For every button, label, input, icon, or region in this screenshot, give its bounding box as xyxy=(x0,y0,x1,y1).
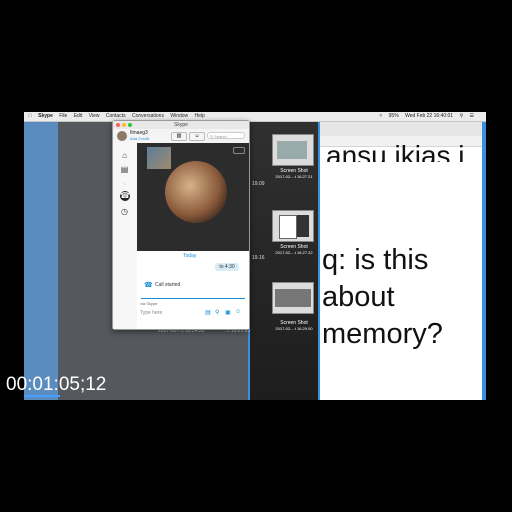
avatar[interactable] xyxy=(117,131,127,141)
text-editor-window: ansu,ikjas,j q: is this about memory? xyxy=(320,122,482,400)
self-video-preview[interactable] xyxy=(147,147,171,169)
chat-area: Today to 4:30 ☎ Call started via Skype T… xyxy=(137,251,249,329)
minimize-icon[interactable] xyxy=(122,123,126,127)
menu-help[interactable]: Help xyxy=(195,113,205,119)
home-icon[interactable]: ⌂ xyxy=(120,151,129,160)
date-separator: Today xyxy=(183,253,197,259)
screenshot-thumbnail[interactable] xyxy=(272,210,314,242)
file-time-label: 19.09 xyxy=(252,181,265,187)
image-icon[interactable]: ▣ xyxy=(225,309,231,316)
screen-recording-frame:  Skype File Edit View Contacts Conversa… xyxy=(24,112,486,400)
emoji-icon[interactable]: ☺ xyxy=(235,309,241,315)
expand-video-icon[interactable] xyxy=(233,147,245,154)
note-text-line[interactable]: q: is this xyxy=(322,244,428,276)
skype-window: Skype Ilmaeg3 Add Credit ▧ ☺ ⚲ Search ⌂ … xyxy=(112,120,250,330)
menu-app[interactable]: Skype xyxy=(38,113,53,119)
note-text-line[interactable]: memory? xyxy=(322,318,443,350)
zoom-icon[interactable] xyxy=(128,123,132,127)
screenshot-thumbnail[interactable] xyxy=(272,134,314,166)
contacts-share-icon[interactable]: ▤ xyxy=(205,309,211,316)
recent-icon[interactable]: ◦ xyxy=(120,179,129,188)
thumbnail-label[interactable]: Screen Shot 2017-02-...t 16.29.00 xyxy=(268,320,320,332)
search-icon[interactable]: ⚲ xyxy=(459,113,463,119)
remote-video[interactable] xyxy=(165,161,227,223)
skype-titlebar: Skype xyxy=(113,121,249,129)
message-bubble[interactable]: to 4:30 xyxy=(215,263,239,271)
menu-window[interactable]: Window xyxy=(170,113,188,119)
menu-list-icon[interactable]: ☰ xyxy=(470,113,474,119)
mac-menubar:  Skype File Edit View Contacts Conversa… xyxy=(24,112,486,122)
close-icon[interactable] xyxy=(116,123,120,127)
add-credit-link[interactable]: Add Credit xyxy=(130,136,149,141)
contacts-icon[interactable]: ▤ xyxy=(120,165,129,174)
note-text-line[interactable]: ansu,ikjas,j xyxy=(326,142,465,162)
location-icon[interactable]: ⚲ xyxy=(215,309,219,316)
menu-edit[interactable]: Edit xyxy=(74,113,83,119)
message-input[interactable]: Type here xyxy=(140,310,162,316)
menu-contacts[interactable]: Contacts xyxy=(106,113,126,119)
thumbnail-label[interactable]: Screen Shot 2017-02-...t 16.27.21 xyxy=(268,168,320,180)
call-status: Call started xyxy=(155,282,181,288)
battery-label[interactable]: 95% xyxy=(389,113,399,119)
search-icon: ⚲ xyxy=(210,134,213,139)
file-time-label: 19.16 xyxy=(252,255,265,261)
wifi-icon[interactable]: ≈ xyxy=(380,113,383,119)
screenshot-thumbnail[interactable] xyxy=(272,282,314,314)
profile-header: Ilmaeg3 Add Credit ▧ ☺ ⚲ Search xyxy=(113,129,249,144)
search-placeholder: Search xyxy=(214,134,227,139)
window-title: Skype xyxy=(174,122,188,128)
via-skype-label[interactable]: via Skype xyxy=(140,301,157,306)
search-input[interactable]: ⚲ Search xyxy=(207,132,245,139)
editor-titlebar xyxy=(320,122,482,137)
call-icon: ☎ xyxy=(144,282,153,289)
clock-icon[interactable]: ◷ xyxy=(120,207,129,216)
contacts-button[interactable]: ☺ xyxy=(189,132,205,141)
dialpad-button[interactable]: ▧ xyxy=(171,132,187,141)
menu-conversations[interactable]: Conversations xyxy=(132,113,164,119)
timecode-progress xyxy=(24,395,60,397)
input-divider xyxy=(141,298,245,299)
menubar-clock[interactable]: Wed Feb 22 16:40:01 xyxy=(405,113,453,119)
menu-file[interactable]: File xyxy=(59,113,67,119)
thumbnail-label[interactable]: Screen Shot 2017-02-...t 16.27.22 xyxy=(268,244,320,256)
phone-icon[interactable]: ☎ xyxy=(120,191,130,201)
video-timecode: 00:01:05;12 xyxy=(6,374,107,395)
note-text-line[interactable]: about xyxy=(322,281,395,313)
skype-sidebar: ⌂ ▤ ◦ ☎ ◷ xyxy=(113,143,138,329)
video-call-area[interactable] xyxy=(137,143,249,251)
menubar-status: ≈ 95% Wed Feb 22 16:40:01 ⚲ ☰ xyxy=(380,112,479,121)
apple-icon[interactable]:  xyxy=(28,113,32,119)
menu-view[interactable]: View xyxy=(89,113,100,119)
